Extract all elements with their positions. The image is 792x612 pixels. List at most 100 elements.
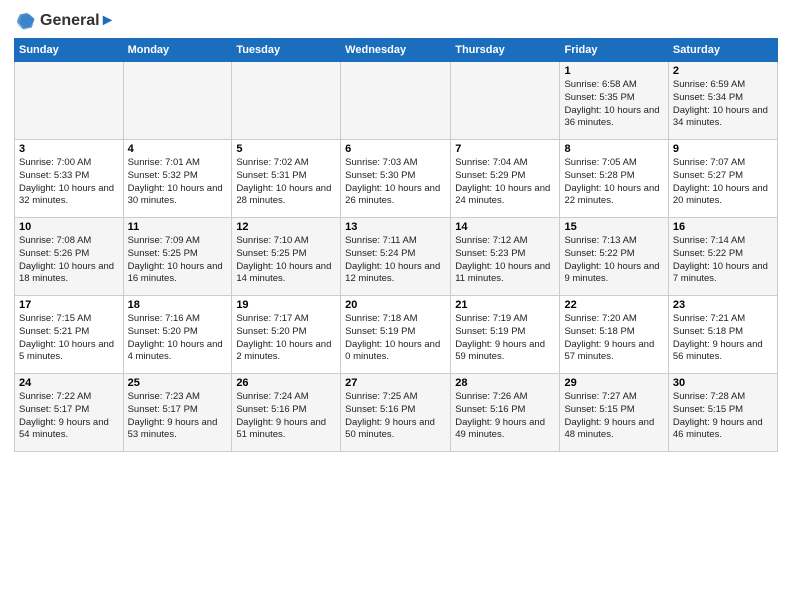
calendar-cell: 11 Sunrise: 7:09 AM Sunset: 5:25 PM Dayli…: [123, 218, 232, 296]
day-info: Sunrise: 7:18 AM Sunset: 5:19 PM Dayligh…: [345, 313, 446, 364]
day-number: 14: [455, 221, 555, 233]
day-info: Sunrise: 7:20 AM Sunset: 5:18 PM Dayligh…: [564, 313, 663, 364]
day-info: Sunrise: 6:58 AM Sunset: 5:35 PM Dayligh…: [564, 79, 663, 130]
calendar-cell: 6 Sunrise: 7:03 AM Sunset: 5:30 PM Daylig…: [341, 140, 451, 218]
calendar-cell: 26Sunrise: 7:24 AM Sunset: 5:16 PM Dayli…: [232, 374, 341, 452]
calendar-cell: 25 Sunrise: 7:23 AM Sunset: 5:17 PM Dayli…: [123, 374, 232, 452]
day-info: Sunrise: 7:11 AM Sunset: 5:24 PM Dayligh…: [345, 235, 446, 286]
day-info: Sunrise: 7:27 AM Sunset: 5:15 PM Dayligh…: [564, 391, 663, 442]
calendar-cell: 18 Sunrise: 7:16 AM Sunset: 5:20 PM Dayli…: [123, 296, 232, 374]
calendar-cell: 21Sunrise: 7:19 AM Sunset: 5:19 PM Dayli…: [451, 296, 560, 374]
day-number: 26: [236, 377, 336, 389]
day-info: Sunrise: 7:28 AM Sunset: 5:15 PM Dayligh…: [673, 391, 773, 442]
day-info: Sunrise: 7:01 AM Sunset: 5:32 PM Dayligh…: [128, 157, 228, 208]
header-wednesday: Wednesday: [341, 39, 451, 62]
calendar-cell: 13 Sunrise: 7:11 AM Sunset: 5:24 PM Dayli…: [341, 218, 451, 296]
day-info: Sunrise: 7:13 AM Sunset: 5:22 PM Dayligh…: [564, 235, 663, 286]
day-info: Sunrise: 7:07 AM Sunset: 5:27 PM Dayligh…: [673, 157, 773, 208]
calendar-cell: [15, 62, 124, 140]
header-saturday: Saturday: [668, 39, 777, 62]
day-info: Sunrise: 7:21 AM Sunset: 5:18 PM Dayligh…: [673, 313, 773, 364]
day-info: Sunrise: 7:15 AM Sunset: 5:21 PM Dayligh…: [19, 313, 119, 364]
day-number: 16: [673, 221, 773, 233]
day-number: 9: [673, 143, 773, 155]
day-number: 1: [564, 65, 663, 77]
calendar-cell: [451, 62, 560, 140]
calendar-cell: 2Sunrise: 6:59 AM Sunset: 5:34 PM Daylig…: [668, 62, 777, 140]
day-info: Sunrise: 7:03 AM Sunset: 5:30 PM Dayligh…: [345, 157, 446, 208]
day-info: Sunrise: 7:26 AM Sunset: 5:16 PM Dayligh…: [455, 391, 555, 442]
day-number: 29: [564, 377, 663, 389]
calendar-cell: 30Sunrise: 7:28 AM Sunset: 5:15 PM Dayli…: [668, 374, 777, 452]
day-info: Sunrise: 6:59 AM Sunset: 5:34 PM Dayligh…: [673, 79, 773, 130]
header-sunday: Sunday: [15, 39, 124, 62]
day-number: 27: [345, 377, 446, 389]
day-info: Sunrise: 7:02 AM Sunset: 5:31 PM Dayligh…: [236, 157, 336, 208]
day-info: Sunrise: 7:17 AM Sunset: 5:20 PM Dayligh…: [236, 313, 336, 364]
calendar-cell: 9 Sunrise: 7:07 AM Sunset: 5:27 PM Daylig…: [668, 140, 777, 218]
calendar-week-4: 24Sunrise: 7:22 AM Sunset: 5:17 PM Dayli…: [15, 374, 778, 452]
logo-text: General►: [40, 12, 115, 30]
calendar-week-3: 17 Sunrise: 7:15 AM Sunset: 5:21 PM Dayli…: [15, 296, 778, 374]
day-number: 5: [236, 143, 336, 155]
calendar-cell: 20 Sunrise: 7:18 AM Sunset: 5:19 PM Dayli…: [341, 296, 451, 374]
day-info: Sunrise: 7:08 AM Sunset: 5:26 PM Dayligh…: [19, 235, 119, 286]
calendar-cell: 23 Sunrise: 7:21 AM Sunset: 5:18 PM Dayli…: [668, 296, 777, 374]
calendar-cell: 7 Sunrise: 7:04 AM Sunset: 5:29 PM Daylig…: [451, 140, 560, 218]
day-info: Sunrise: 7:12 AM Sunset: 5:23 PM Dayligh…: [455, 235, 555, 286]
calendar-cell: 17 Sunrise: 7:15 AM Sunset: 5:21 PM Dayli…: [15, 296, 124, 374]
calendar-table: SundayMondayTuesdayWednesdayThursdayFrid…: [14, 38, 778, 452]
header-friday: Friday: [560, 39, 668, 62]
calendar-week-1: 3 Sunrise: 7:00 AM Sunset: 5:33 PM Daylig…: [15, 140, 778, 218]
day-info: Sunrise: 7:05 AM Sunset: 5:28 PM Dayligh…: [564, 157, 663, 208]
calendar-cell: 3 Sunrise: 7:00 AM Sunset: 5:33 PM Daylig…: [15, 140, 124, 218]
calendar-week-0: 1 Sunrise: 6:58 AM Sunset: 5:35 PM Daylig…: [15, 62, 778, 140]
day-number: 21: [455, 299, 555, 311]
calendar-week-2: 10Sunrise: 7:08 AM Sunset: 5:26 PM Dayli…: [15, 218, 778, 296]
calendar-cell: 24Sunrise: 7:22 AM Sunset: 5:17 PM Dayli…: [15, 374, 124, 452]
header: General►: [14, 10, 778, 32]
calendar-header-row: SundayMondayTuesdayWednesdayThursdayFrid…: [15, 39, 778, 62]
calendar-cell: 8 Sunrise: 7:05 AM Sunset: 5:28 PM Daylig…: [560, 140, 668, 218]
calendar-cell: 12 Sunrise: 7:10 AM Sunset: 5:25 PM Dayli…: [232, 218, 341, 296]
day-number: 8: [564, 143, 663, 155]
day-number: 3: [19, 143, 119, 155]
day-info: Sunrise: 7:16 AM Sunset: 5:20 PM Dayligh…: [128, 313, 228, 364]
day-number: 23: [673, 299, 773, 311]
logo-icon: [14, 10, 36, 32]
day-info: Sunrise: 7:09 AM Sunset: 5:25 PM Dayligh…: [128, 235, 228, 286]
calendar-cell: 5 Sunrise: 7:02 AM Sunset: 5:31 PM Daylig…: [232, 140, 341, 218]
day-number: 6: [345, 143, 446, 155]
day-info: Sunrise: 7:04 AM Sunset: 5:29 PM Dayligh…: [455, 157, 555, 208]
calendar-cell: 10Sunrise: 7:08 AM Sunset: 5:26 PM Dayli…: [15, 218, 124, 296]
header-tuesday: Tuesday: [232, 39, 341, 62]
calendar-cell: [232, 62, 341, 140]
day-number: 20: [345, 299, 446, 311]
day-number: 7: [455, 143, 555, 155]
day-number: 11: [128, 221, 228, 233]
day-info: Sunrise: 7:23 AM Sunset: 5:17 PM Dayligh…: [128, 391, 228, 442]
calendar-cell: [123, 62, 232, 140]
day-number: 19: [236, 299, 336, 311]
calendar-cell: 14 Sunrise: 7:12 AM Sunset: 5:23 PM Dayli…: [451, 218, 560, 296]
calendar-cell: 16Sunrise: 7:14 AM Sunset: 5:22 PM Dayli…: [668, 218, 777, 296]
page-container: General► SundayMondayTuesdayWednesdayThu…: [0, 0, 792, 458]
calendar-cell: 29 Sunrise: 7:27 AM Sunset: 5:15 PM Dayli…: [560, 374, 668, 452]
calendar-cell: 15 Sunrise: 7:13 AM Sunset: 5:22 PM Dayli…: [560, 218, 668, 296]
day-number: 18: [128, 299, 228, 311]
calendar-cell: 28 Sunrise: 7:26 AM Sunset: 5:16 PM Dayli…: [451, 374, 560, 452]
calendar-cell: 19 Sunrise: 7:17 AM Sunset: 5:20 PM Dayli…: [232, 296, 341, 374]
day-number: 12: [236, 221, 336, 233]
day-info: Sunrise: 7:00 AM Sunset: 5:33 PM Dayligh…: [19, 157, 119, 208]
day-number: 25: [128, 377, 228, 389]
calendar-cell: 27Sunrise: 7:25 AM Sunset: 5:16 PM Dayli…: [341, 374, 451, 452]
day-number: 15: [564, 221, 663, 233]
day-number: 13: [345, 221, 446, 233]
day-info: Sunrise: 7:10 AM Sunset: 5:25 PM Dayligh…: [236, 235, 336, 286]
day-number: 17: [19, 299, 119, 311]
day-number: 4: [128, 143, 228, 155]
calendar-cell: 22 Sunrise: 7:20 AM Sunset: 5:18 PM Dayli…: [560, 296, 668, 374]
logo: General►: [14, 10, 115, 32]
day-number: 28: [455, 377, 555, 389]
day-number: 22: [564, 299, 663, 311]
